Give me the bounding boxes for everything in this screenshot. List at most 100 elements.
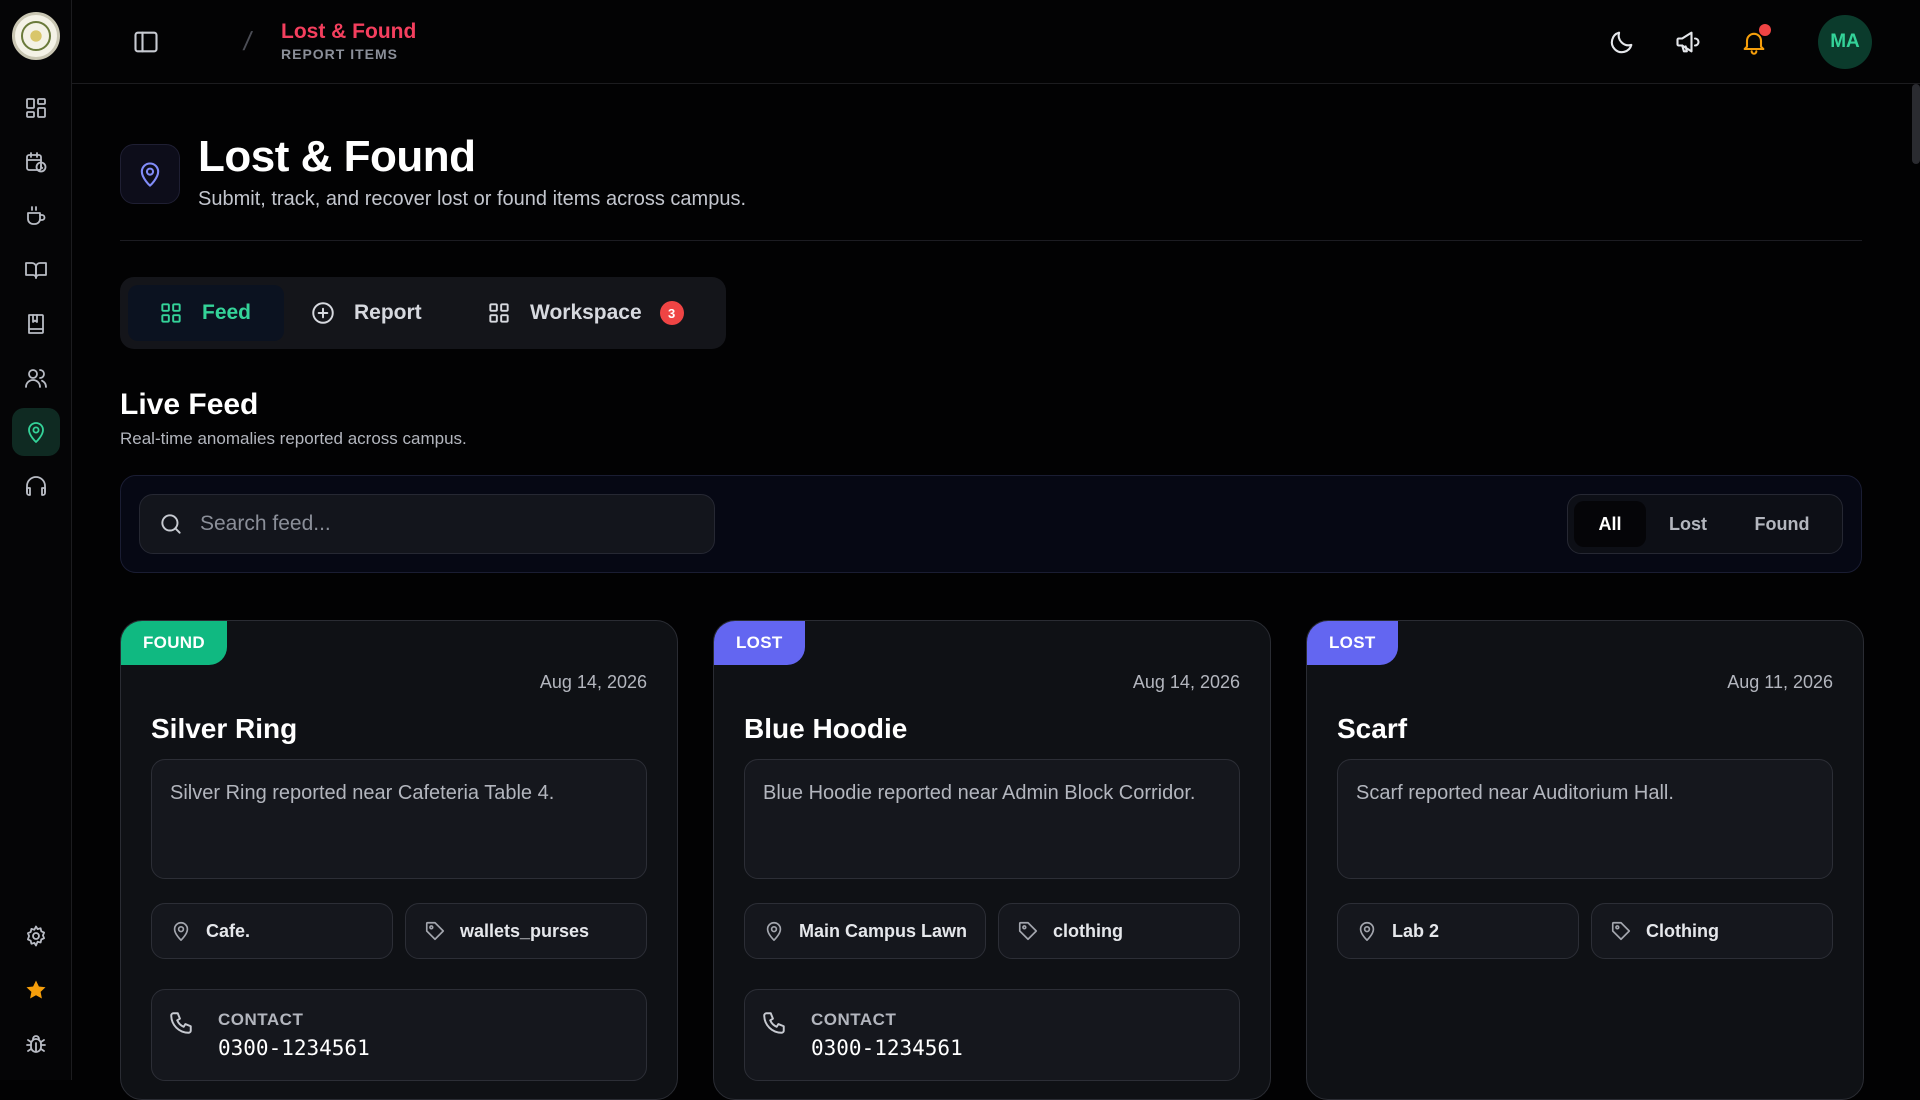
sidebar-item-schedule[interactable] xyxy=(12,138,60,186)
search-input[interactable] xyxy=(200,512,680,536)
contact-phone: 0300-1234561 xyxy=(218,1036,370,1060)
item-date: Aug 14, 2026 xyxy=(1132,672,1240,692)
sidebar-item-report-bug[interactable] xyxy=(12,1020,60,1068)
item-title: Blue Hoodie xyxy=(744,713,908,744)
avatar[interactable]: MA xyxy=(1818,15,1872,69)
status-badge: LOST xyxy=(714,621,805,665)
sidebar-toggle-button[interactable] xyxy=(132,28,160,56)
tag-icon xyxy=(1611,921,1631,941)
search-icon xyxy=(161,514,181,534)
phone-icon xyxy=(763,1012,785,1034)
plus-circle-icon xyxy=(312,302,334,324)
location-chip: Cafe. xyxy=(151,903,393,959)
headphones-icon xyxy=(26,476,46,496)
map-pin-icon xyxy=(1359,921,1375,941)
workspace-count-badge: 3 xyxy=(659,301,684,325)
filter-all-button[interactable]: All xyxy=(1574,501,1646,547)
location-label: Lab 2 xyxy=(1392,920,1440,941)
location-chip: Main Campus Lawn xyxy=(744,903,986,959)
logo-emblem xyxy=(21,21,51,51)
item-description: Blue Hoodie reported near Admin Block Co… xyxy=(744,759,1240,879)
category-label: wallets_purses xyxy=(460,920,590,941)
breadcrumb-subtitle: REPORT ITEMS xyxy=(281,46,399,62)
map-pin-icon xyxy=(28,422,44,443)
book-open-icon xyxy=(25,262,47,279)
item-card[interactable]: LOST Aug 11, 2026 Scarf Scarf reported n… xyxy=(1306,620,1864,1100)
tag-icon xyxy=(1018,921,1038,941)
users-icon xyxy=(25,369,47,388)
topbar: / Lost & Found REPORT ITEMS MA xyxy=(72,0,1920,84)
notification-dot xyxy=(1759,24,1771,36)
sidebar-panel-icon xyxy=(134,31,158,53)
gear-icon xyxy=(27,925,45,947)
sidebar-item-lost-found[interactable] xyxy=(12,408,60,456)
map-pin-icon xyxy=(173,921,189,941)
item-description: Scarf reported near Auditorium Hall. xyxy=(1337,759,1833,879)
bug-icon xyxy=(26,1035,46,1053)
sidebar-item-library[interactable] xyxy=(12,300,60,348)
category-label: Clothing xyxy=(1646,920,1719,941)
item-description: Silver Ring reported near Cafeteria Tabl… xyxy=(151,759,647,879)
sidebar-item-community[interactable] xyxy=(12,354,60,402)
category-chip: Clothing xyxy=(1591,903,1833,959)
status-filter: All Lost Found xyxy=(1567,494,1843,554)
announcements-button[interactable] xyxy=(1674,28,1702,56)
page-icon xyxy=(120,144,180,204)
item-date: Aug 11, 2026 xyxy=(1727,672,1833,692)
breadcrumb-separator: / xyxy=(241,26,254,56)
search-box xyxy=(139,494,715,554)
tag-icon xyxy=(425,921,445,941)
map-pin-icon xyxy=(766,921,782,941)
feed-title: Live Feed xyxy=(120,388,259,421)
moon-icon xyxy=(1610,31,1633,54)
sidebar-item-courses[interactable] xyxy=(12,246,60,294)
sidebar-item-dashboard[interactable] xyxy=(12,84,60,132)
notebook-icon xyxy=(28,314,44,334)
phone-icon xyxy=(170,1012,192,1034)
category-chip: wallets_purses xyxy=(405,903,647,959)
sidebar-item-cafeteria[interactable] xyxy=(12,192,60,240)
grid-icon xyxy=(161,303,181,323)
star-icon xyxy=(26,980,46,999)
university-logo[interactable] xyxy=(12,12,60,60)
sidebar-item-settings[interactable] xyxy=(12,912,60,960)
item-date: Aug 14, 2026 xyxy=(539,672,647,692)
item-card[interactable]: FOUND Aug 14, 2026 Silver Ring Silver Ri… xyxy=(120,620,678,1100)
header-divider xyxy=(120,240,1862,241)
feed-filter-bar: All Lost Found xyxy=(120,475,1862,573)
item-title: Silver Ring xyxy=(151,713,298,744)
map-pin-icon xyxy=(140,162,160,187)
grid-icon xyxy=(489,303,509,323)
filter-lost-button[interactable]: Lost xyxy=(1646,501,1730,547)
category-chip: clothing xyxy=(998,903,1240,959)
tab-label: Workspace xyxy=(530,301,642,324)
tab-feed[interactable]: Feed xyxy=(128,285,284,341)
location-label: Cafe. xyxy=(206,920,251,941)
calendar-clock-icon xyxy=(26,152,47,173)
page-subtitle: Submit, track, and recover lost or found… xyxy=(198,188,746,210)
section-tabs: Feed Report Workspace 3 xyxy=(120,277,726,349)
tab-label: Feed xyxy=(202,301,252,324)
tab-workspace[interactable]: Workspace 3 xyxy=(486,285,716,341)
coffee-cup-icon xyxy=(27,206,46,225)
tab-label: Report xyxy=(354,301,422,324)
item-card[interactable]: LOST Aug 14, 2026 Blue Hoodie Blue Hoodi… xyxy=(713,620,1271,1100)
breadcrumb-title: Lost & Found xyxy=(281,20,417,43)
contact-phone: 0300-1234561 xyxy=(811,1036,963,1060)
contact-box[interactable]: CONTACT 0300-1234561 xyxy=(744,989,1240,1081)
tab-report[interactable]: Report xyxy=(310,285,460,341)
status-badge: LOST xyxy=(1307,621,1398,665)
sidebar-item-support[interactable] xyxy=(12,462,60,510)
feed-subtitle: Real-time anomalies reported across camp… xyxy=(120,429,467,448)
contact-label: CONTACT xyxy=(218,1010,304,1029)
contact-label: CONTACT xyxy=(811,1010,897,1029)
filter-found-button[interactable]: Found xyxy=(1730,501,1834,547)
sidebar-item-favorites[interactable] xyxy=(12,966,60,1014)
status-badge: FOUND xyxy=(121,621,227,665)
location-chip: Lab 2 xyxy=(1337,903,1579,959)
contact-box[interactable]: CONTACT 0300-1234561 xyxy=(151,989,647,1081)
sidebar xyxy=(0,0,72,1080)
page-scrollbar[interactable] xyxy=(1912,84,1920,164)
location-label: Main Campus Lawn xyxy=(799,920,968,941)
theme-toggle-button[interactable] xyxy=(1608,28,1636,56)
